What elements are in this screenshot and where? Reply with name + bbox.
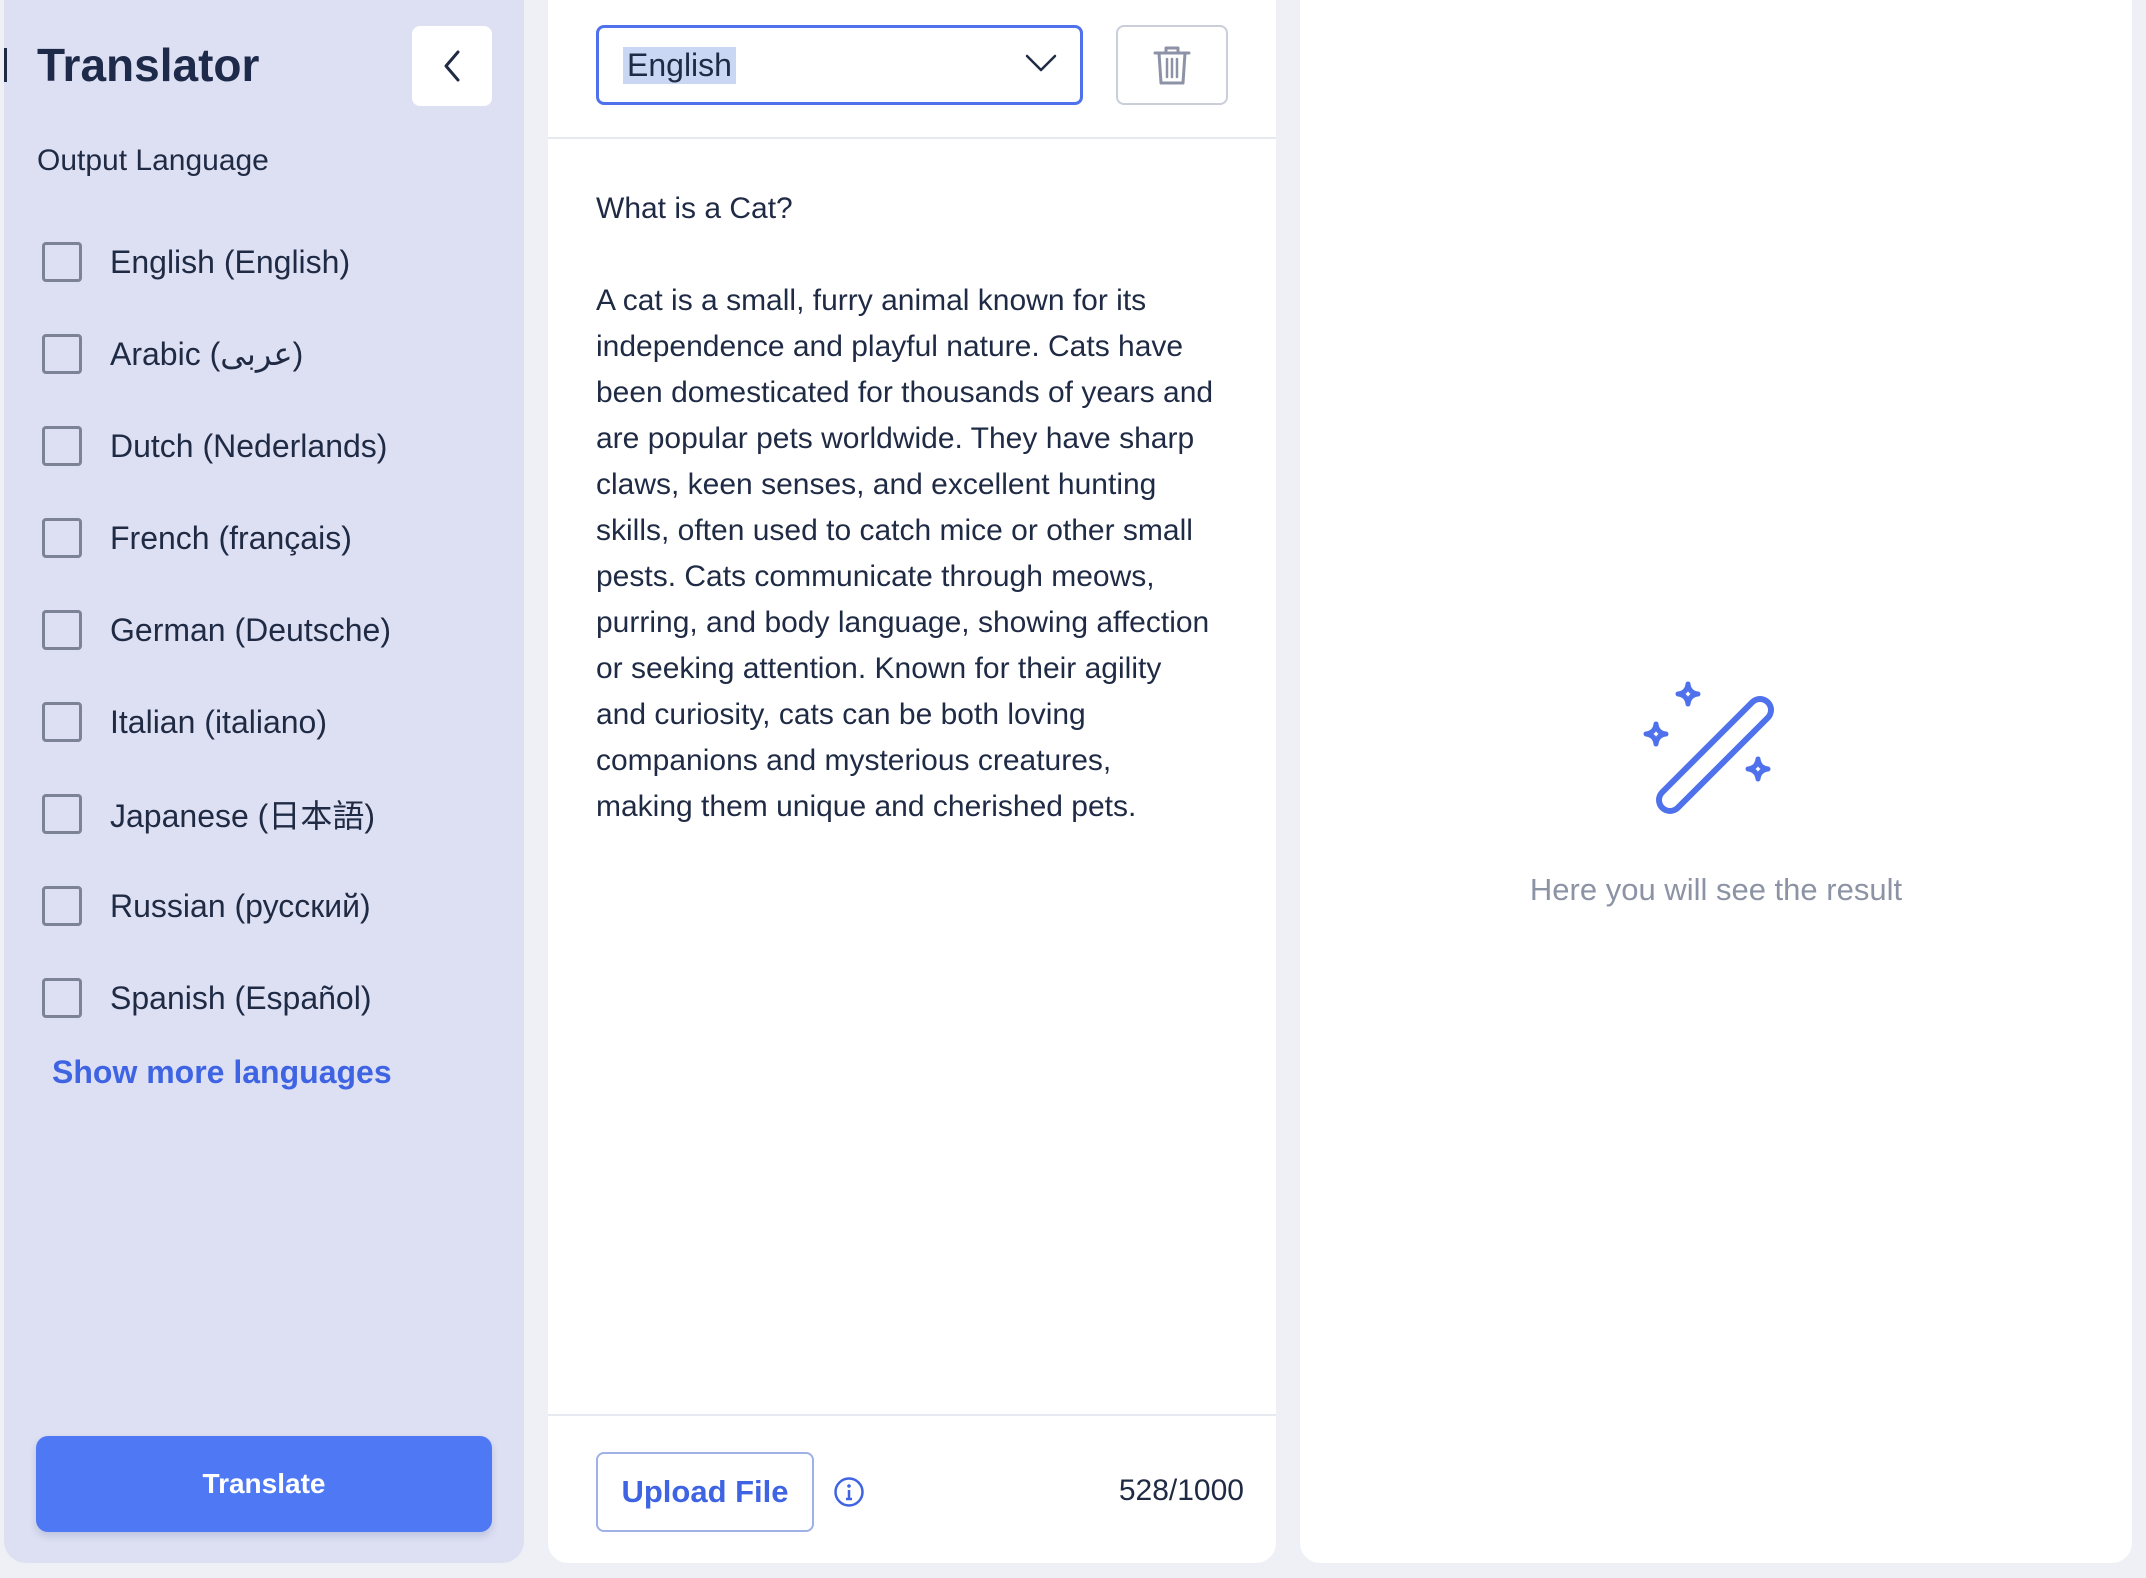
sidebar: Translator Output Language English (Engl… bbox=[4, 0, 524, 1563]
language-option-german[interactable]: German (Deutsche) bbox=[42, 584, 391, 676]
window-edge-marker bbox=[4, 48, 7, 82]
language-option-spanish[interactable]: Spanish (Español) bbox=[42, 952, 391, 1044]
checkbox[interactable] bbox=[42, 886, 82, 926]
source-language-select[interactable]: English bbox=[596, 25, 1083, 105]
checkbox[interactable] bbox=[42, 334, 82, 374]
trash-icon bbox=[1153, 46, 1191, 85]
language-option-japanese[interactable]: Japanese (日本語) bbox=[42, 768, 391, 860]
editor-footer: Upload File 528/1000 bbox=[548, 1414, 1276, 1563]
language-label: Dutch (Nederlands) bbox=[110, 427, 388, 464]
language-option-dutch[interactable]: Dutch (Nederlands) bbox=[42, 400, 391, 492]
language-label: French (français) bbox=[110, 519, 352, 556]
character-count: 528/1000 bbox=[1118, 1474, 1244, 1507]
chevron-down-icon bbox=[1025, 54, 1057, 72]
magic-wand-icon bbox=[1643, 681, 1774, 814]
language-label: Arabic (عربى) bbox=[110, 336, 304, 372]
chevron-left-icon bbox=[444, 50, 460, 82]
checkbox[interactable] bbox=[42, 426, 82, 466]
language-list: English (English) Arabic (عربى) Dutch (N… bbox=[42, 216, 391, 1044]
checkbox[interactable] bbox=[42, 518, 82, 558]
language-option-russian[interactable]: Russian (русский) bbox=[42, 860, 391, 952]
checkbox[interactable] bbox=[42, 242, 82, 282]
upload-file-button[interactable]: Upload File bbox=[596, 1452, 814, 1532]
language-option-english[interactable]: English (English) bbox=[42, 216, 391, 308]
language-label: Spanish (Español) bbox=[110, 979, 372, 1016]
checkbox[interactable] bbox=[42, 610, 82, 650]
checkbox[interactable] bbox=[42, 794, 82, 834]
checkbox[interactable] bbox=[42, 702, 82, 742]
language-label: German (Deutsche) bbox=[110, 611, 391, 648]
result-placeholder-text: Here you will see the result bbox=[1529, 872, 1903, 907]
show-more-languages-link[interactable]: Show more languages bbox=[52, 1054, 392, 1091]
language-label: Italian (italiano) bbox=[110, 703, 327, 740]
translator-app: Translator Output Language English (Engl… bbox=[0, 0, 2146, 1578]
app-title: Translator bbox=[37, 39, 260, 91]
source-text-area[interactable]: What is a Cat? A cat is a small, furry a… bbox=[596, 186, 1236, 830]
selected-language-value: English bbox=[623, 46, 736, 84]
language-label: English (English) bbox=[110, 243, 351, 280]
language-label: Russian (русский) bbox=[110, 887, 371, 924]
info-icon[interactable] bbox=[833, 1476, 865, 1508]
language-label: Japanese (日本語) bbox=[110, 798, 375, 834]
output-language-label: Output Language bbox=[37, 144, 269, 177]
source-editor-panel: English What is a Cat? A cat is a small,… bbox=[548, 0, 1276, 1563]
checkbox[interactable] bbox=[42, 978, 82, 1018]
collapse-sidebar-button[interactable] bbox=[412, 26, 492, 106]
language-option-italian[interactable]: Italian (italiano) bbox=[42, 676, 391, 768]
language-option-arabic[interactable]: Arabic (عربى) bbox=[42, 308, 391, 400]
language-option-french[interactable]: French (français) bbox=[42, 492, 391, 584]
clear-text-button[interactable] bbox=[1116, 25, 1228, 105]
editor-header: English bbox=[548, 0, 1276, 139]
result-panel: Here you will see the result bbox=[1300, 0, 2132, 1563]
translate-button[interactable]: Translate bbox=[36, 1436, 492, 1532]
